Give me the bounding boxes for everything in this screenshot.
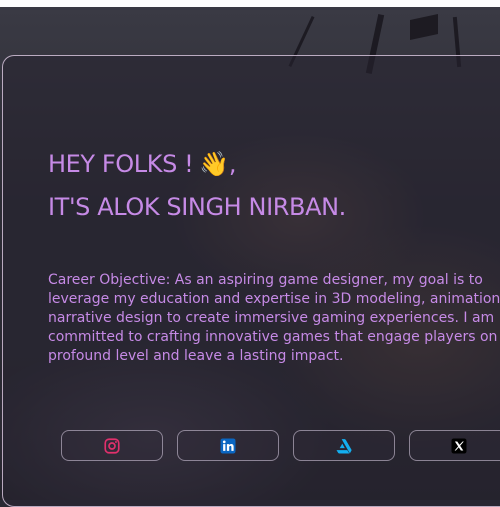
- x-icon: [451, 438, 467, 453]
- instagram-button[interactable]: [61, 430, 163, 461]
- greeting-line: HEY FOLKS ! 👋,: [48, 143, 346, 186]
- x-button[interactable]: [409, 430, 500, 461]
- greeting-text: HEY FOLKS !: [48, 150, 194, 178]
- linkedin-button[interactable]: [177, 430, 279, 461]
- linkedin-icon: [220, 438, 236, 453]
- artstation-button[interactable]: [293, 430, 395, 461]
- instagram-icon: [104, 437, 120, 454]
- waving-hand-icon: 👋,: [199, 150, 237, 178]
- hero-heading: HEY FOLKS ! 👋, IT'S ALOK SINGH NIRBAN.: [48, 143, 346, 229]
- browser-top-strip: [0, 0, 500, 7]
- intro-name: IT'S ALOK SINGH NIRBAN.: [48, 193, 346, 221]
- artstation-icon: [336, 438, 352, 453]
- career-objective: Career Objective: As an aspiring game de…: [48, 272, 500, 364]
